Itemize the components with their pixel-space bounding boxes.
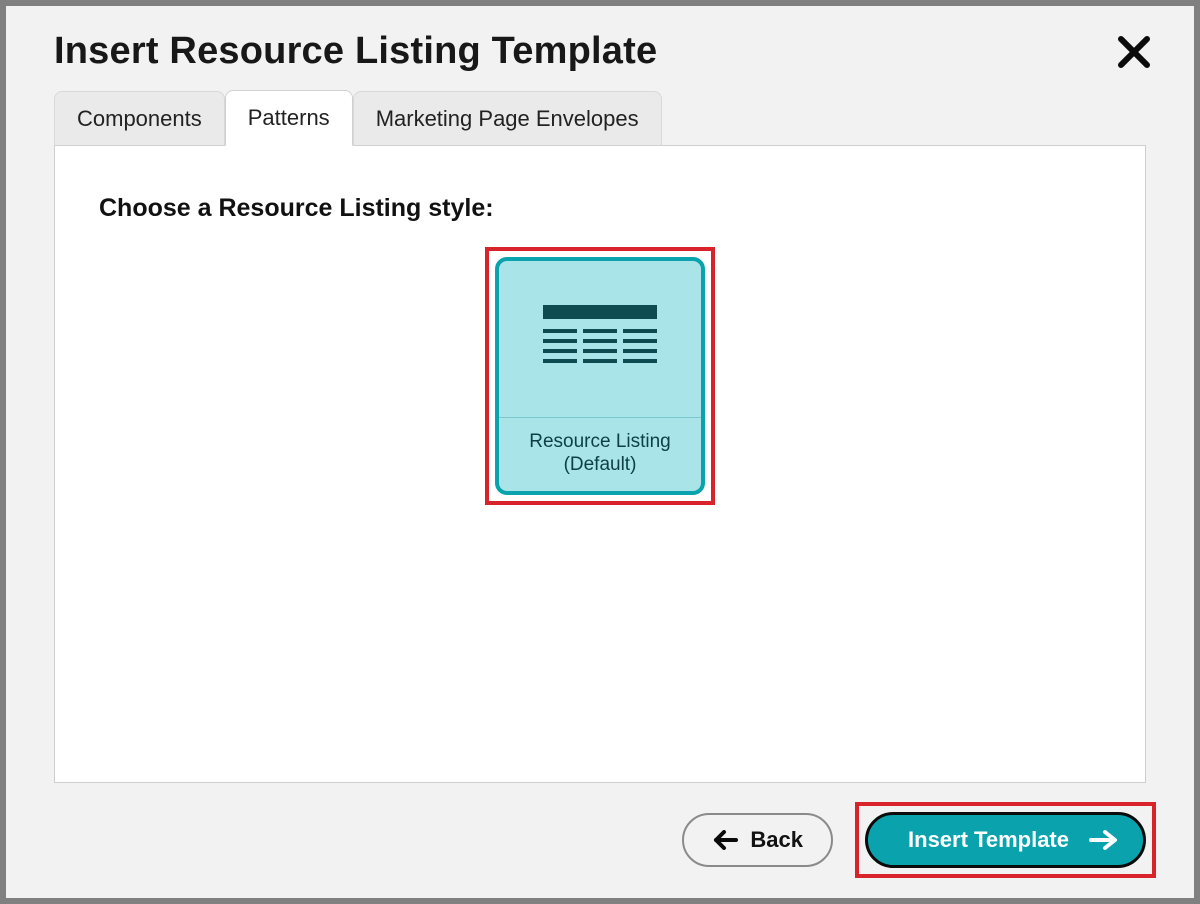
tabs-row: Components Patterns Marketing Page Envel… bbox=[6, 85, 1194, 145]
template-caption-line1: Resource Listing bbox=[505, 430, 695, 454]
insert-template-button[interactable]: Insert Template bbox=[865, 812, 1146, 868]
resource-listing-icon bbox=[537, 299, 663, 379]
tab-patterns[interactable]: Patterns bbox=[225, 90, 353, 146]
arrow-right-icon bbox=[1089, 829, 1119, 851]
tab-marketing-page-envelopes[interactable]: Marketing Page Envelopes bbox=[353, 91, 662, 146]
content-panel: Choose a Resource Listing style: bbox=[54, 145, 1146, 783]
template-card-resource-listing-default[interactable]: Resource Listing (Default) bbox=[495, 257, 705, 495]
template-list: Resource Listing (Default) bbox=[55, 247, 1145, 505]
template-thumbnail bbox=[499, 261, 701, 418]
dialog-footer: Back Insert Template bbox=[682, 802, 1156, 878]
back-button-label: Back bbox=[750, 827, 803, 853]
tab-components[interactable]: Components bbox=[54, 91, 225, 146]
close-icon bbox=[1117, 35, 1151, 69]
dialog-title: Insert Resource Listing Template bbox=[54, 30, 657, 73]
dialog-header: Insert Resource Listing Template bbox=[6, 6, 1194, 81]
insert-template-button-label: Insert Template bbox=[908, 827, 1069, 853]
arrow-left-icon bbox=[712, 830, 738, 850]
template-caption-line2: (Default) bbox=[505, 453, 695, 477]
back-button[interactable]: Back bbox=[682, 813, 833, 867]
close-button[interactable] bbox=[1114, 32, 1154, 72]
dialog-frame: Insert Resource Listing Template Compone… bbox=[4, 4, 1196, 900]
template-caption: Resource Listing (Default) bbox=[499, 418, 701, 492]
annotation-highlight-template: Resource Listing (Default) bbox=[485, 247, 715, 505]
choose-style-heading: Choose a Resource Listing style: bbox=[55, 146, 1145, 223]
annotation-highlight-insert: Insert Template bbox=[855, 802, 1156, 878]
